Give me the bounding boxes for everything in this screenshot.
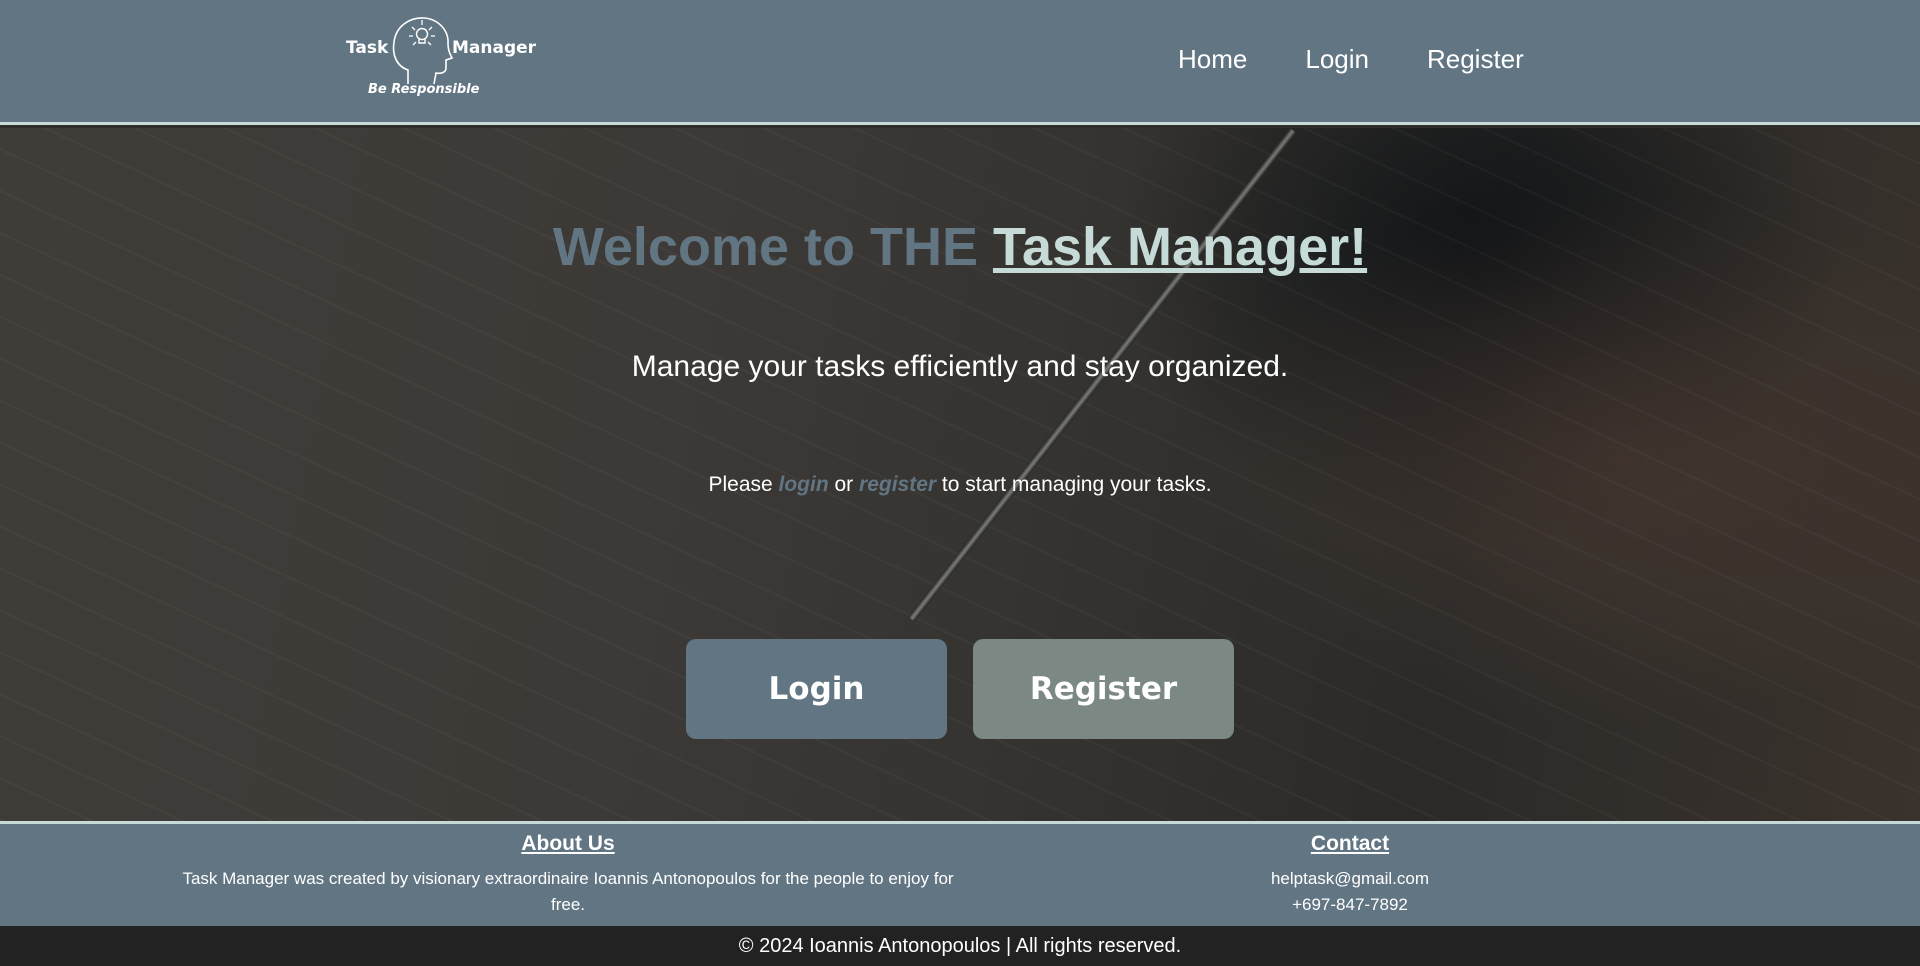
site-header: Task Manager Be Responsible Home Login R… (0, 0, 1920, 125)
hero-note: Please login or register to start managi… (0, 473, 1920, 497)
hero-title: Welcome to THE Task Manager! (0, 216, 1920, 278)
copyright-bar: © 2024 Ioannis Antonopoulos | All rights… (0, 926, 1920, 966)
note-text-middle: or (828, 473, 860, 496)
footer-about: About Us Task Manager was created by vis… (180, 828, 956, 918)
hero-title-brand-link[interactable]: Task Manager! (993, 217, 1367, 277)
note-login-link[interactable]: login (779, 473, 829, 496)
contact-heading: Contact (1310, 832, 1390, 855)
hero-subtitle: Manage your tasks efficiently and stay o… (631, 350, 1289, 383)
footer-contact: Contact helptask@gmail.com +697-847-7892 (1150, 828, 1550, 918)
hero-section: Welcome to THE Task Manager! Manage your… (0, 128, 1920, 821)
logo-word-task: Task (346, 38, 389, 58)
site-logo[interactable]: Task Manager Be Responsible (340, 12, 540, 107)
about-text: Task Manager was created by visionary ex… (182, 869, 954, 914)
login-button[interactable]: Login (686, 639, 947, 739)
contact-phone: +697-847-7892 (1292, 895, 1408, 914)
site-footer: About Us Task Manager was created by vis… (0, 821, 1920, 926)
register-button[interactable]: Register (973, 639, 1234, 739)
logo-tagline: Be Responsible (368, 82, 480, 97)
contact-email: helptask@gmail.com (1270, 869, 1430, 888)
hero-title-prefix: Welcome to THE (552, 217, 993, 277)
nav-login-link[interactable]: Login (1305, 44, 1369, 75)
about-heading: About Us (521, 832, 615, 855)
nav-register-link[interactable]: Register (1427, 44, 1524, 75)
main-nav: Home Login Register (1178, 44, 1524, 75)
nav-home-link[interactable]: Home (1178, 44, 1247, 75)
logo-word-manager: Manager (452, 38, 537, 58)
head-lightbulb-icon (392, 17, 454, 85)
note-text-before: Please (708, 473, 779, 496)
note-text-after: to start managing your tasks. (936, 473, 1212, 496)
note-register-link[interactable]: register (859, 473, 936, 496)
